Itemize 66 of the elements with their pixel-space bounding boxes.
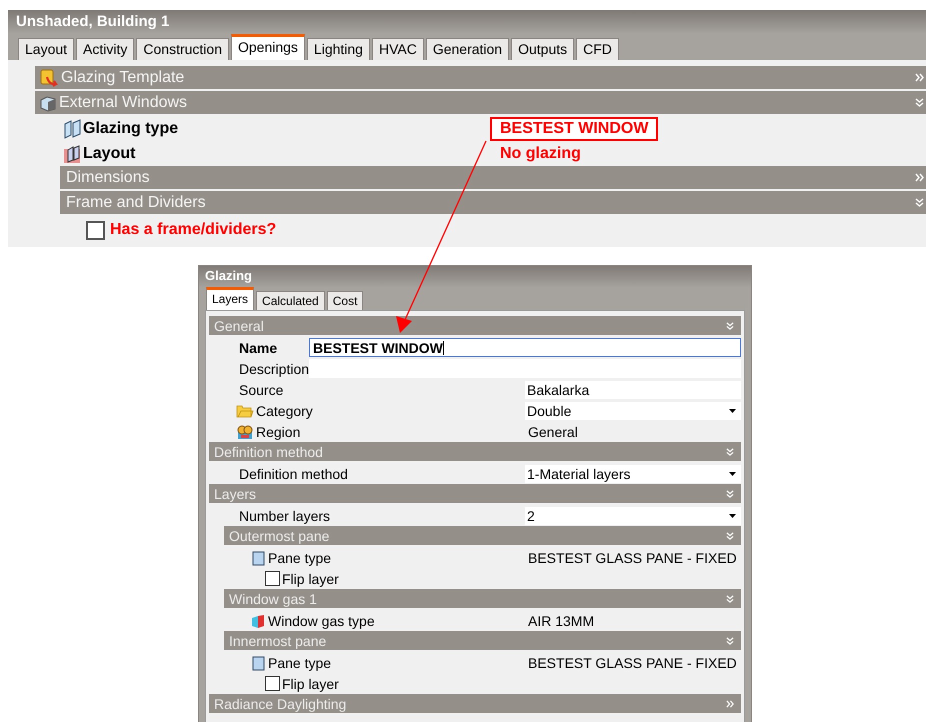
field-label: Category xyxy=(256,402,313,418)
dropdown[interactable]: 2 xyxy=(525,506,741,524)
checkbox[interactable] xyxy=(86,220,105,240)
folder-icon xyxy=(236,403,254,418)
tab[interactable]: CFD xyxy=(576,38,619,60)
pane-icon xyxy=(251,654,266,670)
input-field[interactable]: BESTEST WINDOW xyxy=(309,338,741,357)
tab[interactable]: Outputs xyxy=(511,38,574,60)
caret-icon xyxy=(729,514,736,518)
tab[interactable]: Construction xyxy=(136,38,229,60)
field-label: Definition method xyxy=(239,466,348,482)
collapse-icon[interactable] xyxy=(726,490,734,498)
window-frame-icon xyxy=(63,144,83,164)
expand-icon[interactable] xyxy=(726,700,734,708)
collapse-icon[interactable] xyxy=(726,532,734,540)
tab[interactable]: Cost xyxy=(326,291,364,310)
field-label: Window gas type xyxy=(268,612,375,628)
expand-icon[interactable] xyxy=(915,173,924,182)
glass-panes-icon xyxy=(63,118,83,138)
field-label: Layout xyxy=(83,144,136,162)
field-value: BESTEST WINDOW xyxy=(490,116,658,140)
gas-layer-icon xyxy=(251,612,266,628)
dropdown[interactable]: 1-Material layers xyxy=(525,464,741,482)
expand-icon[interactable] xyxy=(915,73,924,82)
pane-icon xyxy=(251,550,266,566)
field-label: Pane type xyxy=(268,550,332,566)
dialog-title: Glazing xyxy=(199,266,751,288)
field-label: Flip layer xyxy=(282,676,339,692)
field-label: Glazing type xyxy=(83,120,178,138)
window-title: Unshaded, Building 1 xyxy=(8,10,926,34)
dropdown[interactable]: Double xyxy=(525,402,741,420)
collapse-icon[interactable] xyxy=(915,198,924,207)
field-value: No glazing xyxy=(499,144,582,164)
field-label: Flip layer xyxy=(282,570,339,586)
field-label: Name xyxy=(239,340,278,356)
field-value: AIR 13MM xyxy=(527,612,596,628)
field-value: BESTEST GLASS PANE - FIXED xyxy=(527,550,738,566)
checkbox-label: Has a frame/dividers? xyxy=(110,221,276,239)
tab[interactable]: Layout xyxy=(18,38,74,60)
text-field[interactable]: Bakalarka xyxy=(525,380,741,398)
checkbox[interactable] xyxy=(265,676,280,691)
field-label: Region xyxy=(256,424,300,440)
collapse-icon[interactable] xyxy=(726,594,734,602)
caret-icon xyxy=(729,472,736,476)
collapse-icon[interactable] xyxy=(726,636,734,644)
collapse-icon[interactable] xyxy=(726,322,734,330)
map-region-icon xyxy=(236,424,254,440)
tab[interactable]: HVAC xyxy=(372,38,424,60)
tab[interactable]: Calculated xyxy=(256,291,325,310)
field-value: BESTEST GLASS PANE - FIXED xyxy=(527,654,738,670)
tab[interactable]: Activity xyxy=(76,38,134,60)
caret-icon xyxy=(729,408,736,412)
tab[interactable]: Layers xyxy=(206,287,254,310)
cube-icon xyxy=(39,94,57,112)
tab[interactable]: Openings xyxy=(230,34,305,60)
collapse-icon[interactable] xyxy=(915,98,924,107)
template-icon xyxy=(39,68,59,88)
field-label: Source xyxy=(239,382,284,398)
field-label: Number layers xyxy=(239,508,330,524)
field-value: General xyxy=(527,424,579,440)
checkbox[interactable] xyxy=(265,571,280,586)
tab[interactable]: Generation xyxy=(426,38,510,60)
tab[interactable]: Lighting xyxy=(306,38,370,60)
field-label: Pane type xyxy=(268,654,332,670)
field-label: Description xyxy=(239,360,310,376)
collapse-icon[interactable] xyxy=(726,448,734,456)
